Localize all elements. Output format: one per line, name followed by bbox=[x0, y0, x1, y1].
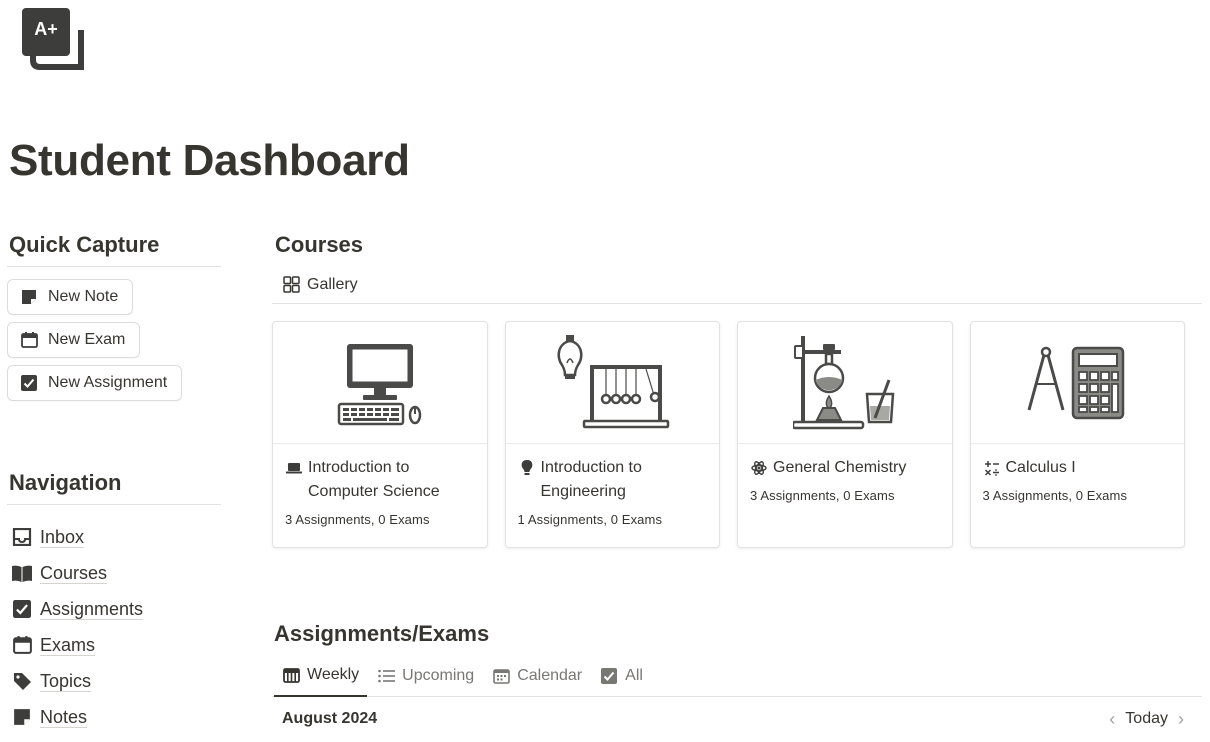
nav-item-exams[interactable]: Exams bbox=[7, 627, 221, 663]
quick-capture-section: Quick Capture New Note New Exam New Assi… bbox=[7, 228, 221, 408]
nav-item-label: Courses bbox=[40, 562, 108, 584]
new-exam-label: New Exam bbox=[48, 331, 126, 348]
course-title: Introduction to Engineering bbox=[540, 459, 642, 500]
tab-gallery-label: Gallery bbox=[307, 275, 358, 293]
assignments-view-tabs: Weekly Upcoming Calendar All bbox=[272, 655, 1202, 697]
quick-capture-divider bbox=[7, 266, 221, 267]
list-icon bbox=[377, 667, 395, 685]
nav-item-label: Notes bbox=[40, 706, 88, 728]
new-assignment-button[interactable]: New Assignment bbox=[7, 365, 183, 401]
previous-week-button[interactable]: ‹ bbox=[1099, 709, 1125, 730]
course-card-calculus[interactable]: Calculus I 3 Assignments, 0 Exams bbox=[969, 321, 1185, 548]
new-note-button[interactable]: New Note bbox=[7, 279, 134, 315]
atom-icon bbox=[750, 456, 768, 480]
calendar-header: August 2024 ‹ Today › bbox=[272, 697, 1202, 741]
inbox-icon bbox=[11, 526, 33, 548]
new-note-label: New Note bbox=[48, 288, 119, 305]
courses-heading: Courses bbox=[275, 232, 364, 257]
new-exam-button[interactable]: New Exam bbox=[7, 322, 141, 358]
assignments-heading: Assignments/Exams bbox=[274, 621, 490, 646]
checkbox-icon bbox=[11, 598, 33, 620]
page-title: Student Dashboard bbox=[9, 136, 410, 185]
course-meta: 3 Assignments, 0 Exams bbox=[285, 512, 430, 527]
tag-icon bbox=[11, 670, 33, 692]
nav-item-label: Inbox bbox=[40, 526, 85, 548]
courses-section: Courses Gallery Introduction to Computer… bbox=[272, 228, 1202, 548]
course-title: General Chemistry bbox=[773, 459, 907, 476]
quick-capture-heading: Quick Capture bbox=[9, 232, 160, 257]
tab-weekly[interactable]: Weekly bbox=[274, 655, 368, 697]
course-meta: 3 Assignments, 0 Exams bbox=[982, 488, 1128, 503]
app-logo: A+ bbox=[22, 8, 86, 74]
tab-weekly-label: Weekly bbox=[307, 665, 360, 683]
navigation-divider bbox=[7, 504, 221, 505]
calendar-grid-icon bbox=[492, 667, 510, 685]
course-card-engineering[interactable]: Introduction to Engineering 1 Assignment… bbox=[504, 321, 720, 548]
checkbox-icon bbox=[20, 374, 38, 392]
assignments-section: Assignments/Exams Weekly Upcoming Calend… bbox=[272, 617, 1202, 741]
date-pager: ‹ Today › bbox=[1099, 709, 1194, 730]
tab-calendar[interactable]: Calendar bbox=[492, 655, 582, 697]
newtons-cradle-illustration bbox=[505, 322, 719, 444]
new-assignment-label: New Assignment bbox=[48, 374, 168, 391]
calculator-illustration bbox=[970, 322, 1184, 444]
calendar-icon bbox=[20, 331, 38, 349]
note-icon bbox=[20, 288, 38, 306]
course-card-chemistry[interactable]: General Chemistry 3 Assignments, 0 Exams bbox=[737, 321, 953, 548]
current-month: August 2024 bbox=[282, 710, 378, 727]
tab-calendar-label: Calendar bbox=[517, 666, 583, 684]
course-meta: 1 Assignments, 0 Exams bbox=[517, 512, 663, 527]
checkbox-icon bbox=[600, 667, 618, 685]
navigation-heading: Navigation bbox=[9, 470, 122, 495]
laptop-icon bbox=[285, 456, 303, 480]
nav-item-label: Exams bbox=[40, 634, 96, 656]
today-button[interactable]: Today bbox=[1125, 710, 1168, 728]
math-operators-icon bbox=[983, 456, 1001, 480]
course-title: Calculus I bbox=[1005, 459, 1076, 476]
note-icon bbox=[11, 706, 33, 728]
nav-item-label: Assignments bbox=[40, 598, 144, 620]
tab-all-label: All bbox=[625, 666, 643, 684]
tab-upcoming[interactable]: Upcoming bbox=[377, 655, 474, 697]
chemistry-illustration bbox=[738, 322, 952, 444]
course-card-computer-science[interactable]: Introduction to Computer Science 3 Assig… bbox=[272, 321, 488, 548]
course-meta: 3 Assignments, 0 Exams bbox=[750, 488, 895, 503]
logo-text: A+ bbox=[34, 19, 58, 39]
nav-item-assignments[interactable]: Assignments bbox=[7, 591, 221, 627]
tab-all[interactable]: All bbox=[600, 655, 643, 697]
courses-view-tabs: Gallery bbox=[272, 266, 1202, 304]
nav-item-inbox[interactable]: Inbox bbox=[7, 519, 221, 555]
navigation-section: Navigation Inbox Courses Assignments Exa… bbox=[7, 466, 221, 735]
book-icon bbox=[11, 562, 33, 584]
tab-gallery[interactable]: Gallery bbox=[282, 266, 358, 304]
computer-illustration bbox=[273, 322, 487, 444]
lightbulb-icon bbox=[518, 456, 536, 480]
nav-item-topics[interactable]: Topics bbox=[7, 663, 221, 699]
nav-item-label: Topics bbox=[40, 670, 92, 692]
nav-item-courses[interactable]: Courses bbox=[7, 555, 221, 591]
gallery-grid-icon bbox=[282, 276, 300, 294]
tab-upcoming-label: Upcoming bbox=[402, 666, 475, 684]
next-week-button[interactable]: › bbox=[1168, 709, 1194, 730]
course-gallery: Introduction to Computer Science 3 Assig… bbox=[272, 321, 1202, 548]
calendar-week-icon bbox=[282, 666, 300, 684]
calendar-icon bbox=[11, 634, 33, 656]
nav-item-notes[interactable]: Notes bbox=[7, 699, 221, 735]
course-title: Introduction to Computer Science bbox=[308, 459, 440, 500]
